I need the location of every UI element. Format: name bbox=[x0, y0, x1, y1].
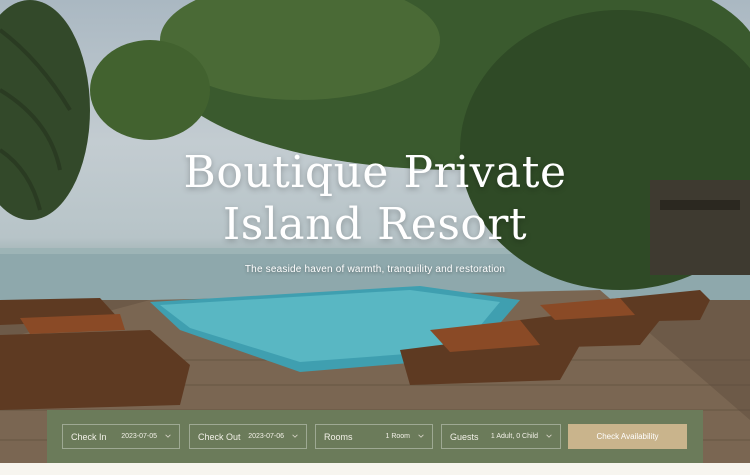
check-in-value: 2023-07-05 bbox=[121, 433, 157, 440]
check-in-field[interactable]: Check In 2023-07-05 bbox=[62, 424, 180, 449]
check-in-label: Check In bbox=[71, 432, 107, 442]
chevron-down-icon bbox=[165, 434, 171, 438]
page-footer-strip bbox=[0, 463, 750, 475]
chevron-down-icon bbox=[546, 434, 552, 438]
check-out-value: 2023-07-06 bbox=[248, 433, 284, 440]
check-availability-button[interactable]: Check Availability bbox=[568, 424, 687, 449]
chevron-down-icon bbox=[418, 434, 424, 438]
rooms-value: 1 Room bbox=[385, 433, 410, 440]
hero-subtitle: The seaside haven of warmth, tranquility… bbox=[244, 264, 506, 275]
rooms-label: Rooms bbox=[324, 432, 353, 442]
guests-select[interactable]: Guests 1 Adult, 0 Child bbox=[441, 424, 561, 449]
guests-value: 1 Adult, 0 Child bbox=[490, 433, 538, 440]
hero-banner: Boutique Private Island Resort The seasi… bbox=[0, 0, 750, 475]
check-out-label: Check Out bbox=[198, 432, 241, 442]
guests-label: Guests bbox=[450, 432, 479, 442]
booking-bar: Check In 2023-07-05 Check Out 2023-07-06… bbox=[47, 410, 703, 463]
rooms-select[interactable]: Rooms 1 Room bbox=[315, 424, 433, 449]
hero-title-line-1: Boutique Private bbox=[183, 147, 567, 198]
hero-title-line-2: Island Resort bbox=[222, 199, 528, 250]
chevron-down-icon bbox=[292, 434, 298, 438]
check-out-field[interactable]: Check Out 2023-07-06 bbox=[189, 424, 307, 449]
